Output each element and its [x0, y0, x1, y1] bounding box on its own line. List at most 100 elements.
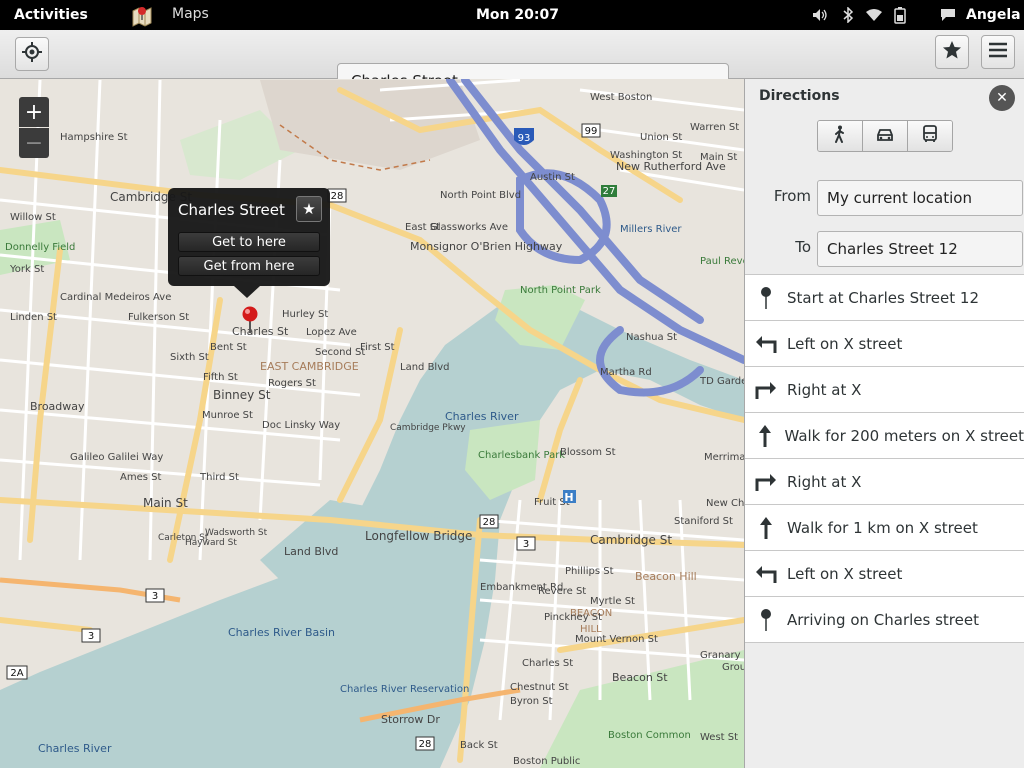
- map-label: Land Blvd: [284, 545, 338, 558]
- map-label: Byron St: [510, 696, 553, 707]
- location-pin-icon[interactable]: [240, 305, 260, 335]
- map-label: Blossom St: [560, 447, 616, 458]
- battery-icon[interactable]: [891, 6, 909, 24]
- bus-icon: [922, 125, 938, 147]
- direction-step[interactable]: Right at X: [745, 367, 1024, 413]
- map-label: Binney St: [213, 388, 271, 402]
- map-label: Charlesbank Park: [478, 450, 565, 461]
- direction-step[interactable]: Walk for 1 km on X street: [745, 505, 1024, 551]
- straight-icon: [745, 505, 787, 550]
- from-field[interactable]: [817, 180, 1023, 216]
- maps-app-icon[interactable]: [130, 3, 154, 27]
- route-shield: 3: [523, 539, 529, 550]
- favorites-button[interactable]: [935, 35, 969, 69]
- app-name[interactable]: Maps: [172, 6, 209, 22]
- to-field[interactable]: [817, 231, 1023, 267]
- route-shield: 28: [331, 191, 344, 202]
- route-shield: 28: [483, 517, 496, 528]
- map-label: Longfellow Bridge: [365, 529, 472, 543]
- map-label: Merrimac: [704, 452, 744, 463]
- map-label: TD Garden: [699, 376, 744, 387]
- zoom-in-button[interactable]: +: [19, 97, 49, 127]
- map-label: Austin St: [530, 172, 575, 183]
- map-label: Cambridge Pkwy: [390, 423, 466, 433]
- map-label: Mount Vernon St: [575, 634, 658, 645]
- zoom-out-button[interactable]: −: [19, 128, 49, 158]
- close-sidebar-button[interactable]: ✕: [989, 85, 1015, 111]
- map-label: Linden St: [10, 312, 57, 323]
- hamburger-icon: [988, 42, 1008, 62]
- map-label: Rogers St: [268, 378, 316, 389]
- map-label: Beacon Hill: [635, 570, 697, 583]
- direction-step[interactable]: Right at X: [745, 459, 1024, 505]
- map-label: Sixth St: [170, 352, 209, 363]
- map-label: Staniford St: [674, 516, 733, 527]
- map-label: Doc Linsky Way: [262, 420, 340, 431]
- clock[interactable]: Mon 20:07: [476, 7, 559, 23]
- wifi-icon[interactable]: [865, 6, 883, 24]
- svg-text:H: H: [564, 491, 573, 504]
- map-label: Main St: [700, 152, 737, 163]
- route-shield: 28: [419, 739, 432, 750]
- map-canvas: Charles St Binney St EAST CAMBRIDGE Roge…: [0, 79, 744, 768]
- step-text: Left on X street: [787, 564, 903, 583]
- map-label: Wadsworth St: [205, 528, 268, 538]
- map-label: Nashua St: [626, 332, 677, 343]
- map-label: Beacon St: [612, 671, 668, 684]
- map-label: Monsignor O'Brien Highway: [410, 240, 563, 253]
- get-from-here-button[interactable]: Get from here: [178, 256, 320, 276]
- direction-step[interactable]: Left on X street: [745, 321, 1024, 367]
- direction-step[interactable]: Arriving on Charles street: [745, 597, 1024, 643]
- map-label: Charles River Basin: [228, 626, 335, 639]
- map-label: York St: [9, 264, 44, 275]
- map-label: Ames St: [120, 472, 161, 483]
- map-label: Storrow Dr: [381, 713, 440, 726]
- bluetooth-icon[interactable]: [839, 6, 857, 24]
- map-label: Land Blvd: [400, 362, 449, 373]
- pin-icon: [745, 597, 787, 642]
- menu-button[interactable]: [981, 35, 1015, 69]
- top-bar: Activities Maps Mon 20:07 Angela: [0, 0, 1024, 30]
- map-label: Warren St: [690, 122, 739, 133]
- map-label: Charles River: [38, 742, 112, 755]
- map-label: East St: [405, 222, 440, 233]
- direction-step[interactable]: Left on X street: [745, 551, 1024, 597]
- step-text: Walk for 1 km on X street: [787, 518, 978, 537]
- map-label: North Point Park: [520, 285, 601, 296]
- my-location-button[interactable]: [15, 37, 49, 71]
- map-label: Lopez Ave: [306, 327, 357, 338]
- map-label: Grou: [722, 662, 744, 673]
- close-icon: ✕: [996, 90, 1008, 106]
- map-view[interactable]: Charles St Binney St EAST CAMBRIDGE Roge…: [0, 79, 744, 768]
- step-text: Right at X: [787, 472, 862, 491]
- transport-mode-selector: [817, 120, 953, 152]
- map-label: Washington St: [610, 150, 682, 161]
- route-shield: 2A: [10, 668, 23, 679]
- map-label: Bent St: [210, 342, 247, 353]
- get-to-here-button[interactable]: Get to here: [178, 232, 320, 252]
- turn-left-icon: [745, 321, 787, 366]
- volume-icon[interactable]: [811, 6, 829, 24]
- map-label: Charles River Reservation: [340, 684, 469, 695]
- favorite-place-button[interactable]: ★: [296, 196, 322, 222]
- user-menu[interactable]: Angela: [966, 7, 1021, 23]
- bus-mode-button[interactable]: [908, 121, 952, 151]
- map-label: Embankment Rd: [480, 582, 563, 593]
- from-label: From: [773, 187, 811, 205]
- direction-step[interactable]: Walk for 200 meters on X street: [745, 413, 1024, 459]
- place-popover: Charles Street ★ Get to here Get from he…: [168, 188, 330, 298]
- chat-icon[interactable]: [939, 6, 957, 24]
- directions-steps-list: Start at Charles Street 12 Left on X str…: [745, 274, 1024, 643]
- map-label: Hurley St: [282, 309, 328, 320]
- direction-step[interactable]: Start at Charles Street 12: [745, 274, 1024, 321]
- map-label: West Boston: [590, 92, 652, 103]
- turn-right-icon: [745, 459, 787, 504]
- route-shield: 99: [585, 126, 598, 137]
- map-label: West St: [700, 732, 738, 743]
- walking-mode-button[interactable]: [818, 121, 863, 151]
- activities-button[interactable]: Activities: [14, 7, 88, 23]
- step-text: Walk for 200 meters on X street: [784, 426, 1024, 445]
- car-mode-button[interactable]: [863, 121, 908, 151]
- turn-right-icon: [745, 367, 787, 412]
- popover-arrow: [234, 286, 260, 298]
